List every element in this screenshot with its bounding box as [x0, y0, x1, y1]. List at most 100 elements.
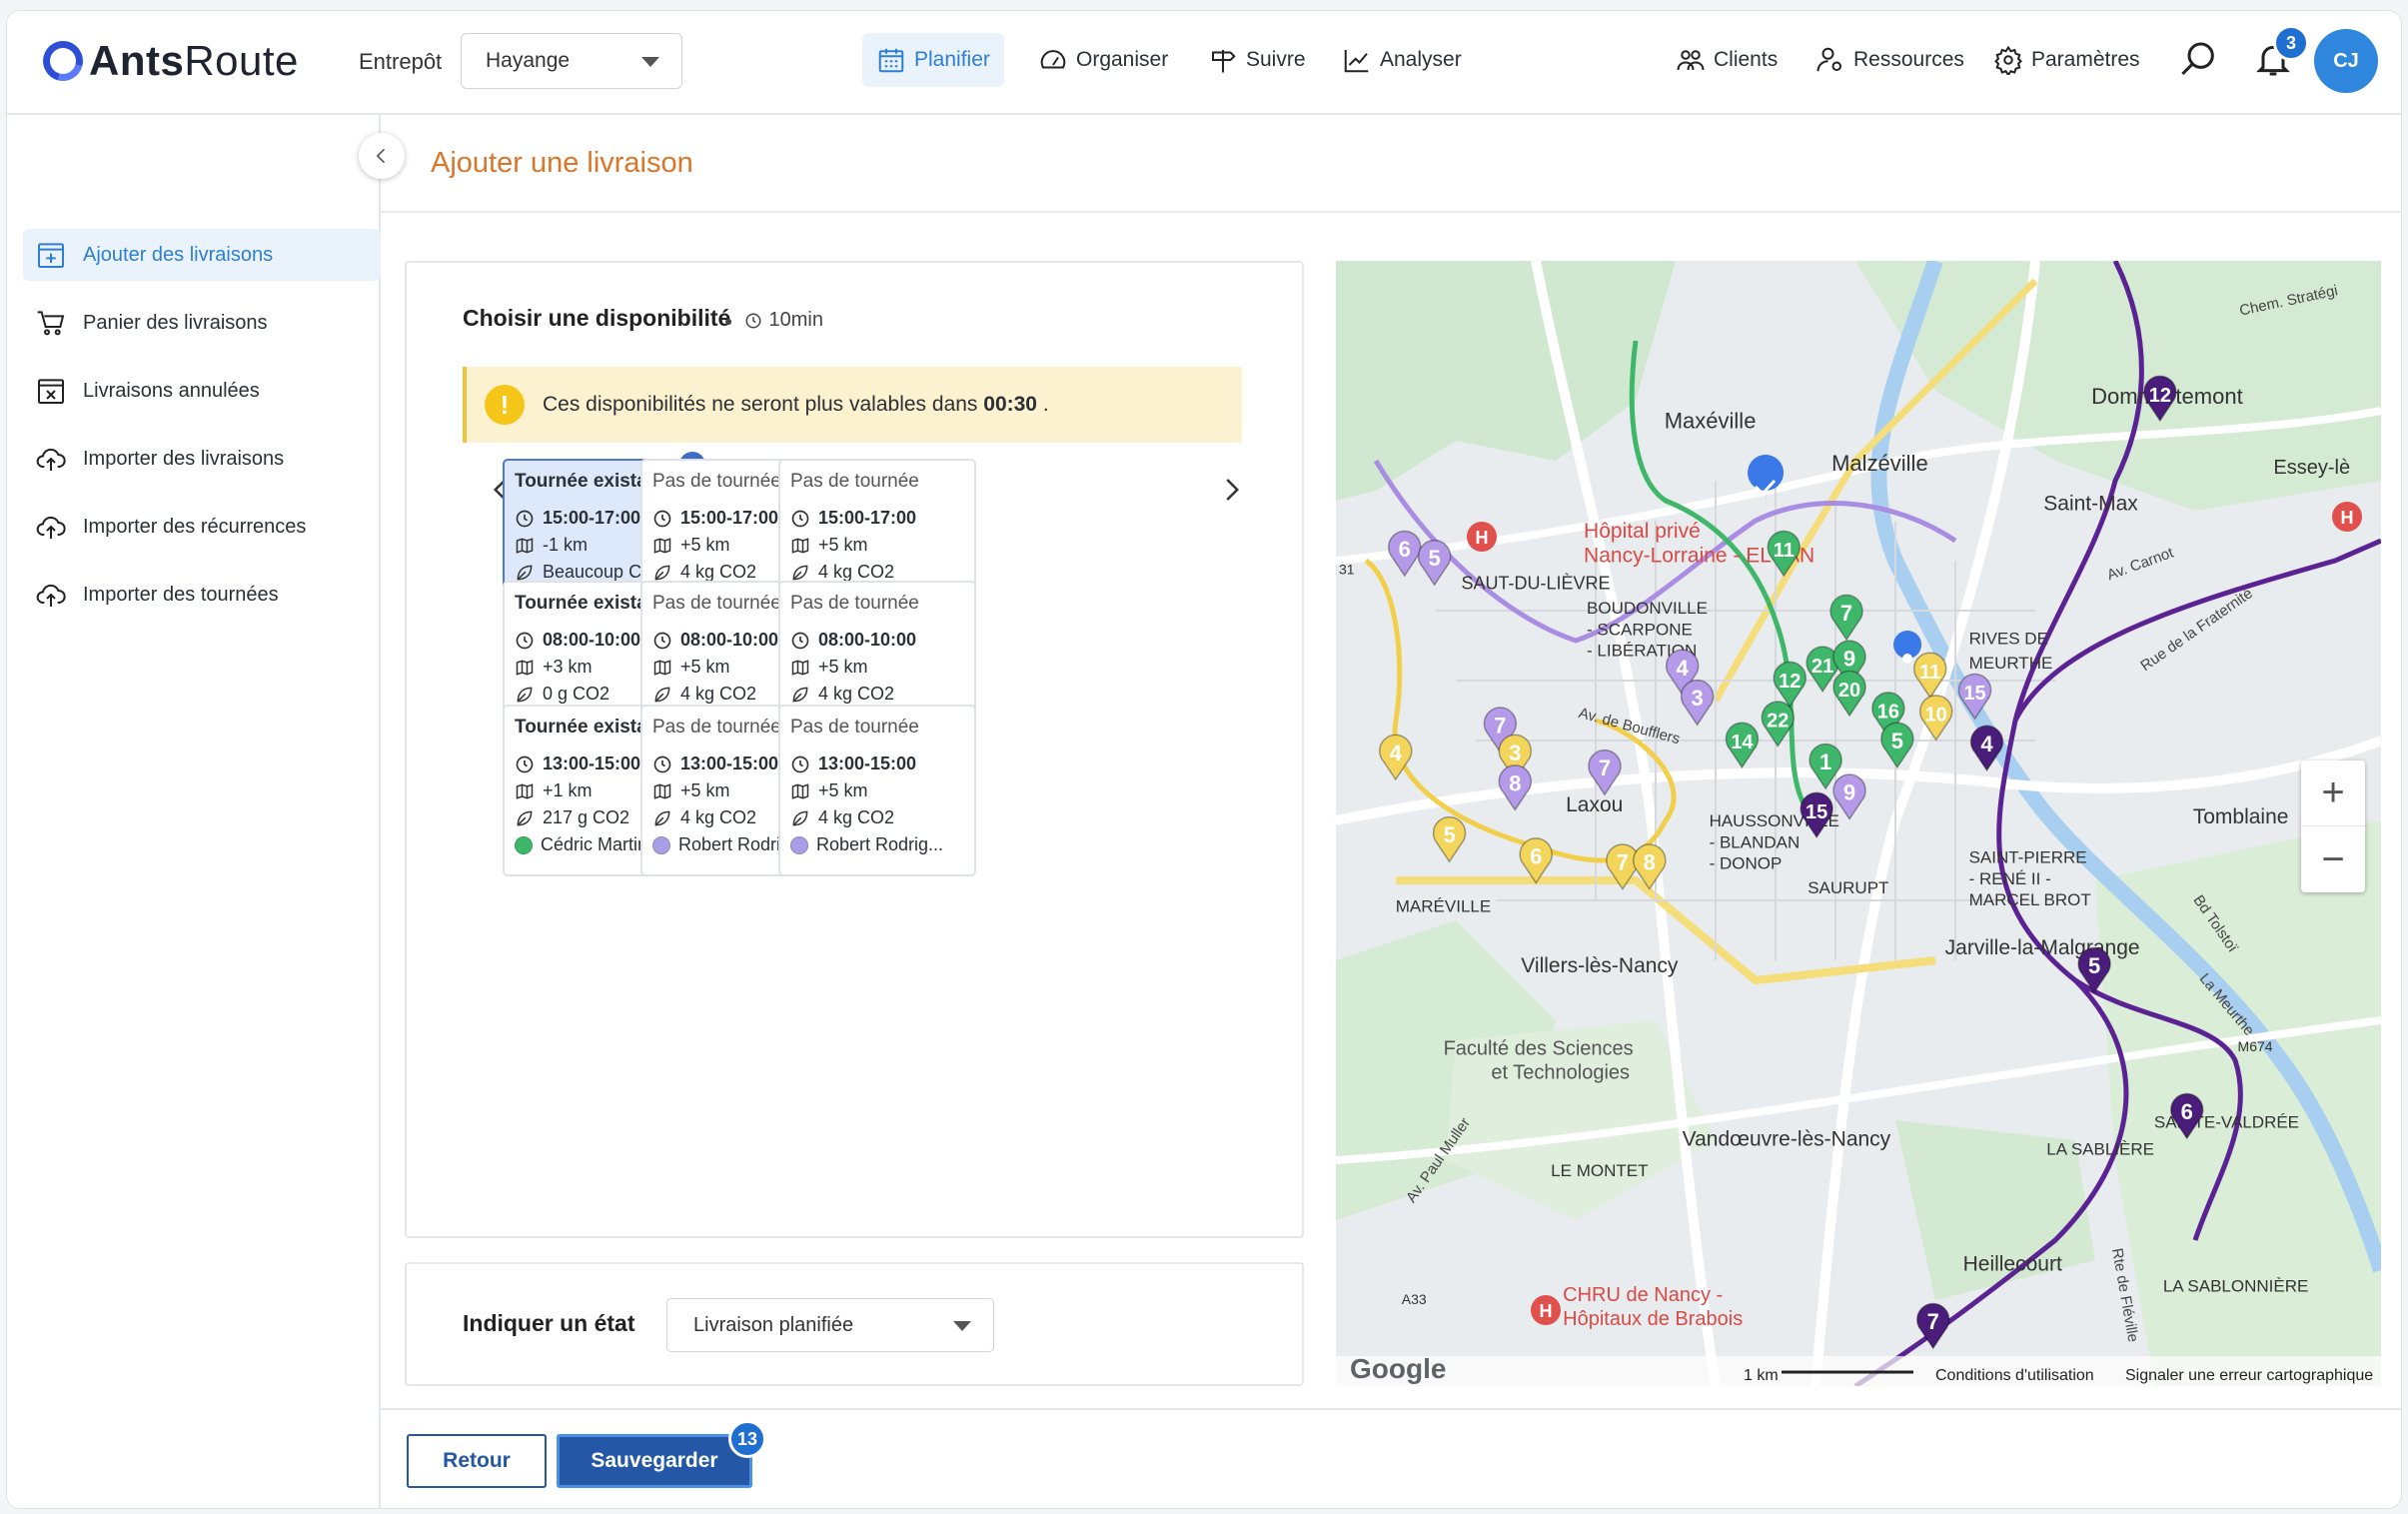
- next-days-icon[interactable]: [1216, 475, 1246, 505]
- slot-time-row: 15:00-17:00: [790, 505, 974, 532]
- nav-analyser[interactable]: Analyser: [1328, 33, 1476, 87]
- calendar-icon: [878, 48, 904, 73]
- clock-icon: [653, 756, 671, 772]
- leaf-icon: [792, 565, 808, 580]
- map-icon: [653, 537, 671, 554]
- map-place-label: Heillecourt: [1963, 1252, 2062, 1275]
- map-stop-number: 16: [1877, 701, 1899, 723]
- search-icon[interactable]: [2179, 39, 2219, 79]
- svg-text:H: H: [1476, 528, 1489, 548]
- divider: [381, 1408, 2401, 1410]
- sidebar-item-importer-tournees[interactable]: Importer des tournées: [23, 569, 381, 621]
- clock-icon: [653, 510, 671, 527]
- nav-organiser[interactable]: Organiser: [1024, 33, 1182, 87]
- sidebar-item-panier[interactable]: Panier des livraisons: [23, 297, 381, 349]
- map-place-label: RIVES DE: [1969, 629, 2048, 648]
- nav-ressources[interactable]: Ressources: [1802, 33, 1978, 87]
- collapse-sidebar-button[interactable]: [359, 133, 405, 179]
- slot-co2-row: 4 kg CO2: [790, 681, 974, 708]
- sidebar-item-importer-livraisons[interactable]: Importer des livraisons: [23, 433, 381, 485]
- slot-distance: +5 km: [818, 535, 868, 555]
- map-stop-number: 5: [1443, 822, 1455, 847]
- slot-distance-row: +5 km: [790, 777, 974, 804]
- slot-distance: -1 km: [543, 535, 588, 555]
- clock-icon: [791, 510, 809, 527]
- cloud-upload-icon: [36, 584, 66, 607]
- nav-clients-label: Clients: [1714, 48, 1779, 71]
- map-place-label: SAURUPT: [1807, 878, 1888, 897]
- app-logo[interactable]: AntsRoute: [35, 33, 299, 89]
- map-stop-number: 6: [1399, 537, 1411, 562]
- map-place-label: Hôpitaux de Brabois: [1563, 1308, 1743, 1330]
- map-place-label: MARCEL BROT: [1969, 890, 2091, 909]
- sidebar-item-label: Importer des récurrences: [83, 515, 307, 538]
- map-place-label: Maxéville: [1665, 408, 1757, 433]
- zoom-in-button[interactable]: +: [2301, 760, 2365, 826]
- map-place-label: LA SABLIÈRE: [2046, 1140, 2154, 1159]
- svg-text:H: H: [2341, 508, 2354, 528]
- save-button[interactable]: Sauvegarder: [557, 1434, 752, 1488]
- slot-distance: +5 km: [680, 780, 730, 800]
- signpost-icon: [1212, 50, 1236, 73]
- map-place-label: Vandœuvre-lès-Nancy: [1683, 1128, 1891, 1151]
- map[interactable]: H H H MaxévilleMalzévilleDommartemontEss…: [1336, 261, 2381, 1386]
- map-icon: [791, 537, 809, 554]
- sidebar-item-label: Importer des tournées: [83, 583, 279, 606]
- avatar[interactable]: CJ: [2314, 29, 2378, 93]
- map-scale: 1 km: [1744, 1367, 1779, 1384]
- leaf-icon: [792, 810, 808, 825]
- map-stop-number: 5: [2088, 953, 2100, 978]
- notification-badge: 3: [2273, 25, 2309, 61]
- sidebar-item-annulees[interactable]: Livraisons annulées: [23, 365, 381, 417]
- map-place-label: Jarville-la-Malgrange: [1945, 936, 2140, 959]
- map-icon: [653, 782, 671, 799]
- logo-text-a: Ants: [89, 37, 185, 84]
- clock-icon: [791, 632, 809, 649]
- users-icon: [1677, 50, 1705, 71]
- slot-distance: +5 km: [680, 657, 730, 677]
- nav-parametres[interactable]: Paramètres: [1979, 33, 2154, 87]
- warehouse-select[interactable]: Hayange: [461, 33, 682, 89]
- slot-driver: Cédric Martin: [541, 834, 648, 854]
- warning-prefix: Ces disponibilités ne seront plus valabl…: [543, 393, 978, 416]
- map-stop-number: 4: [1980, 732, 1993, 757]
- slot-distance: +1 km: [543, 780, 593, 800]
- back-button[interactable]: Retour: [407, 1434, 547, 1488]
- warning-time: 00:30: [983, 393, 1037, 416]
- zoom-out-button[interactable]: −: [2301, 826, 2365, 892]
- map-stop-number: 14: [1731, 732, 1754, 754]
- map-stop-number: 1: [1819, 750, 1831, 774]
- map-icon: [791, 659, 809, 676]
- map-icon: [516, 537, 534, 554]
- map-stop-number: 3: [1691, 686, 1703, 711]
- user-gear-icon: [1816, 47, 1841, 72]
- nav-planifier[interactable]: Planifier: [862, 33, 1004, 87]
- nav-clients[interactable]: Clients: [1662, 33, 1792, 87]
- sidebar: Ajouter des livraisons Panier des livrai…: [7, 115, 381, 1508]
- map-place-label: - SCARPONE: [1587, 620, 1693, 639]
- map-canvas[interactable]: H H H MaxévilleMalzévilleDommartemontEss…: [1336, 261, 2381, 1386]
- availability-slot[interactable]: Pas de tournée 13:00-15:00 +5 km 4 kg CO2 Ro…: [778, 705, 976, 876]
- warning-text: Ces disponibilités ne seront plus valabl…: [543, 393, 1049, 417]
- map-stop-number: 8: [1509, 770, 1521, 795]
- sidebar-item-label: Ajouter des livraisons: [83, 243, 274, 266]
- state-select[interactable]: Livraison planifiée: [666, 1298, 994, 1352]
- state-panel: Indiquer un état Livraison planifiée: [405, 1262, 1304, 1386]
- map-stop-number: 6: [1530, 843, 1542, 868]
- map-place-label: SAINT-PIERRE: [1969, 848, 2087, 867]
- map-stop-number: 7: [1927, 1309, 1939, 1334]
- leaf-icon: [517, 565, 533, 580]
- map-place-label: Malzéville: [1831, 451, 1928, 476]
- slot-distance: +5 km: [818, 657, 868, 677]
- cloud-upload-icon: [36, 448, 66, 471]
- nav-suivre[interactable]: Suivre: [1194, 33, 1320, 87]
- map-stop-number: 4: [1677, 656, 1690, 681]
- map-place-label: Essey-lè: [2273, 457, 2350, 479]
- slot-co2: 4 kg CO2: [818, 562, 895, 582]
- map-stop-number: 3: [1509, 741, 1521, 765]
- sidebar-item-ajouter[interactable]: Ajouter des livraisons: [23, 229, 381, 281]
- map-place-label: M674: [2238, 1038, 2273, 1054]
- state-label: Indiquer un état: [463, 1310, 635, 1336]
- map-icon: [516, 659, 534, 676]
- sidebar-item-importer-recurrences[interactable]: Importer des récurrences: [23, 501, 381, 553]
